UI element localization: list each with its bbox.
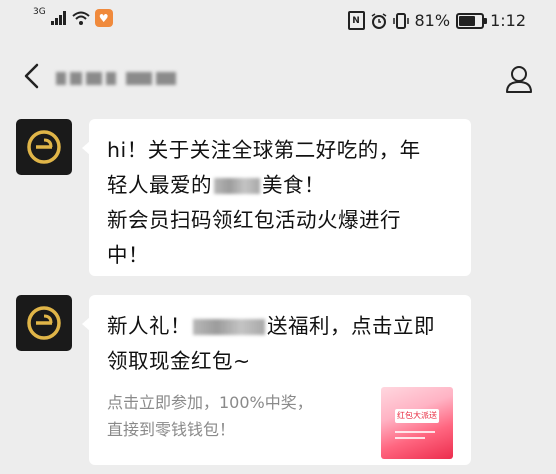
redacted-text — [193, 319, 265, 335]
vibrate-icon — [392, 12, 409, 29]
sender-avatar[interactable] — [16, 119, 72, 175]
nfc-icon: N — [347, 11, 365, 30]
chat-title-redacted — [56, 72, 176, 85]
message-text: hi！关于关注全球第二好吃的，年 轻人最爱的 美食！ 新会员扫码领红包活动火爆进行… — [107, 133, 453, 273]
message-line: hi！关于关注全球第二好吃的，年 — [107, 138, 421, 162]
status-left: 3G ♥ — [33, 7, 113, 27]
back-button[interactable] — [18, 62, 46, 94]
brand-logo-icon — [27, 306, 61, 340]
message-line: 新人礼！ 送福利，点击立即 — [107, 309, 453, 344]
chat-header — [0, 52, 556, 104]
message-line: 轻人最爱的 美食！ — [107, 168, 453, 203]
text-segment: 美食！ — [262, 173, 325, 197]
thumbnail-label: 红包大派送 — [395, 409, 439, 423]
person-icon — [506, 66, 532, 93]
sender-avatar[interactable] — [16, 295, 72, 351]
chevron-left-icon — [24, 63, 39, 89]
chat-profile-button[interactable] — [504, 64, 534, 94]
brand-logo-icon — [27, 130, 61, 164]
battery-percent: 81% — [414, 11, 451, 30]
wifi-icon — [72, 11, 90, 25]
link-card-bubble[interactable]: 新人礼！ 送福利，点击立即 领取现金红包~ 点击立即参加，100%中奖， 直接到零… — [82, 295, 471, 465]
clock: 1:12 — [490, 11, 526, 30]
message-bubble[interactable]: hi！关于关注全球第二好吃的，年 轻人最爱的 美食！ 新会员扫码领红包活动火爆进行… — [82, 119, 471, 276]
desc-line: 直接到零钱钱包！ — [107, 420, 236, 439]
text-segment: 新人礼！ — [107, 314, 191, 338]
status-bar: 3G ♥ N 81% 1:12 — [0, 0, 556, 42]
redacted-text — [214, 178, 260, 194]
network-type: 3G — [33, 7, 46, 17]
thumbnail-decoration — [395, 437, 425, 439]
status-right: N 81% 1:12 — [347, 11, 526, 30]
alarm-icon — [371, 12, 386, 29]
card-description: 点击立即参加，100%中奖， 直接到零钱钱包！ — [107, 383, 313, 459]
desc-line: 点击立即参加，100%中奖， — [107, 393, 313, 412]
message-line: 领取现金红包~ — [107, 349, 251, 373]
battery-icon — [456, 12, 488, 29]
message-line: 新会员扫码领红包活动火爆进行 — [107, 208, 401, 232]
card-body: 点击立即参加，100%中奖， 直接到零钱钱包！ 红包大派送 — [107, 383, 453, 459]
signal-icon — [50, 11, 66, 25]
card-thumbnail: 红包大派送 — [381, 387, 453, 459]
card-title: 新人礼！ 送福利，点击立即 领取现金红包~ — [107, 309, 453, 379]
text-segment: 轻人最爱的 — [107, 173, 212, 197]
text-segment: 送福利，点击立即 — [267, 314, 435, 338]
thumbnail-decoration — [395, 431, 435, 433]
message-line: 中！ — [107, 243, 149, 267]
app-notification-icon: ♥ — [94, 9, 113, 27]
